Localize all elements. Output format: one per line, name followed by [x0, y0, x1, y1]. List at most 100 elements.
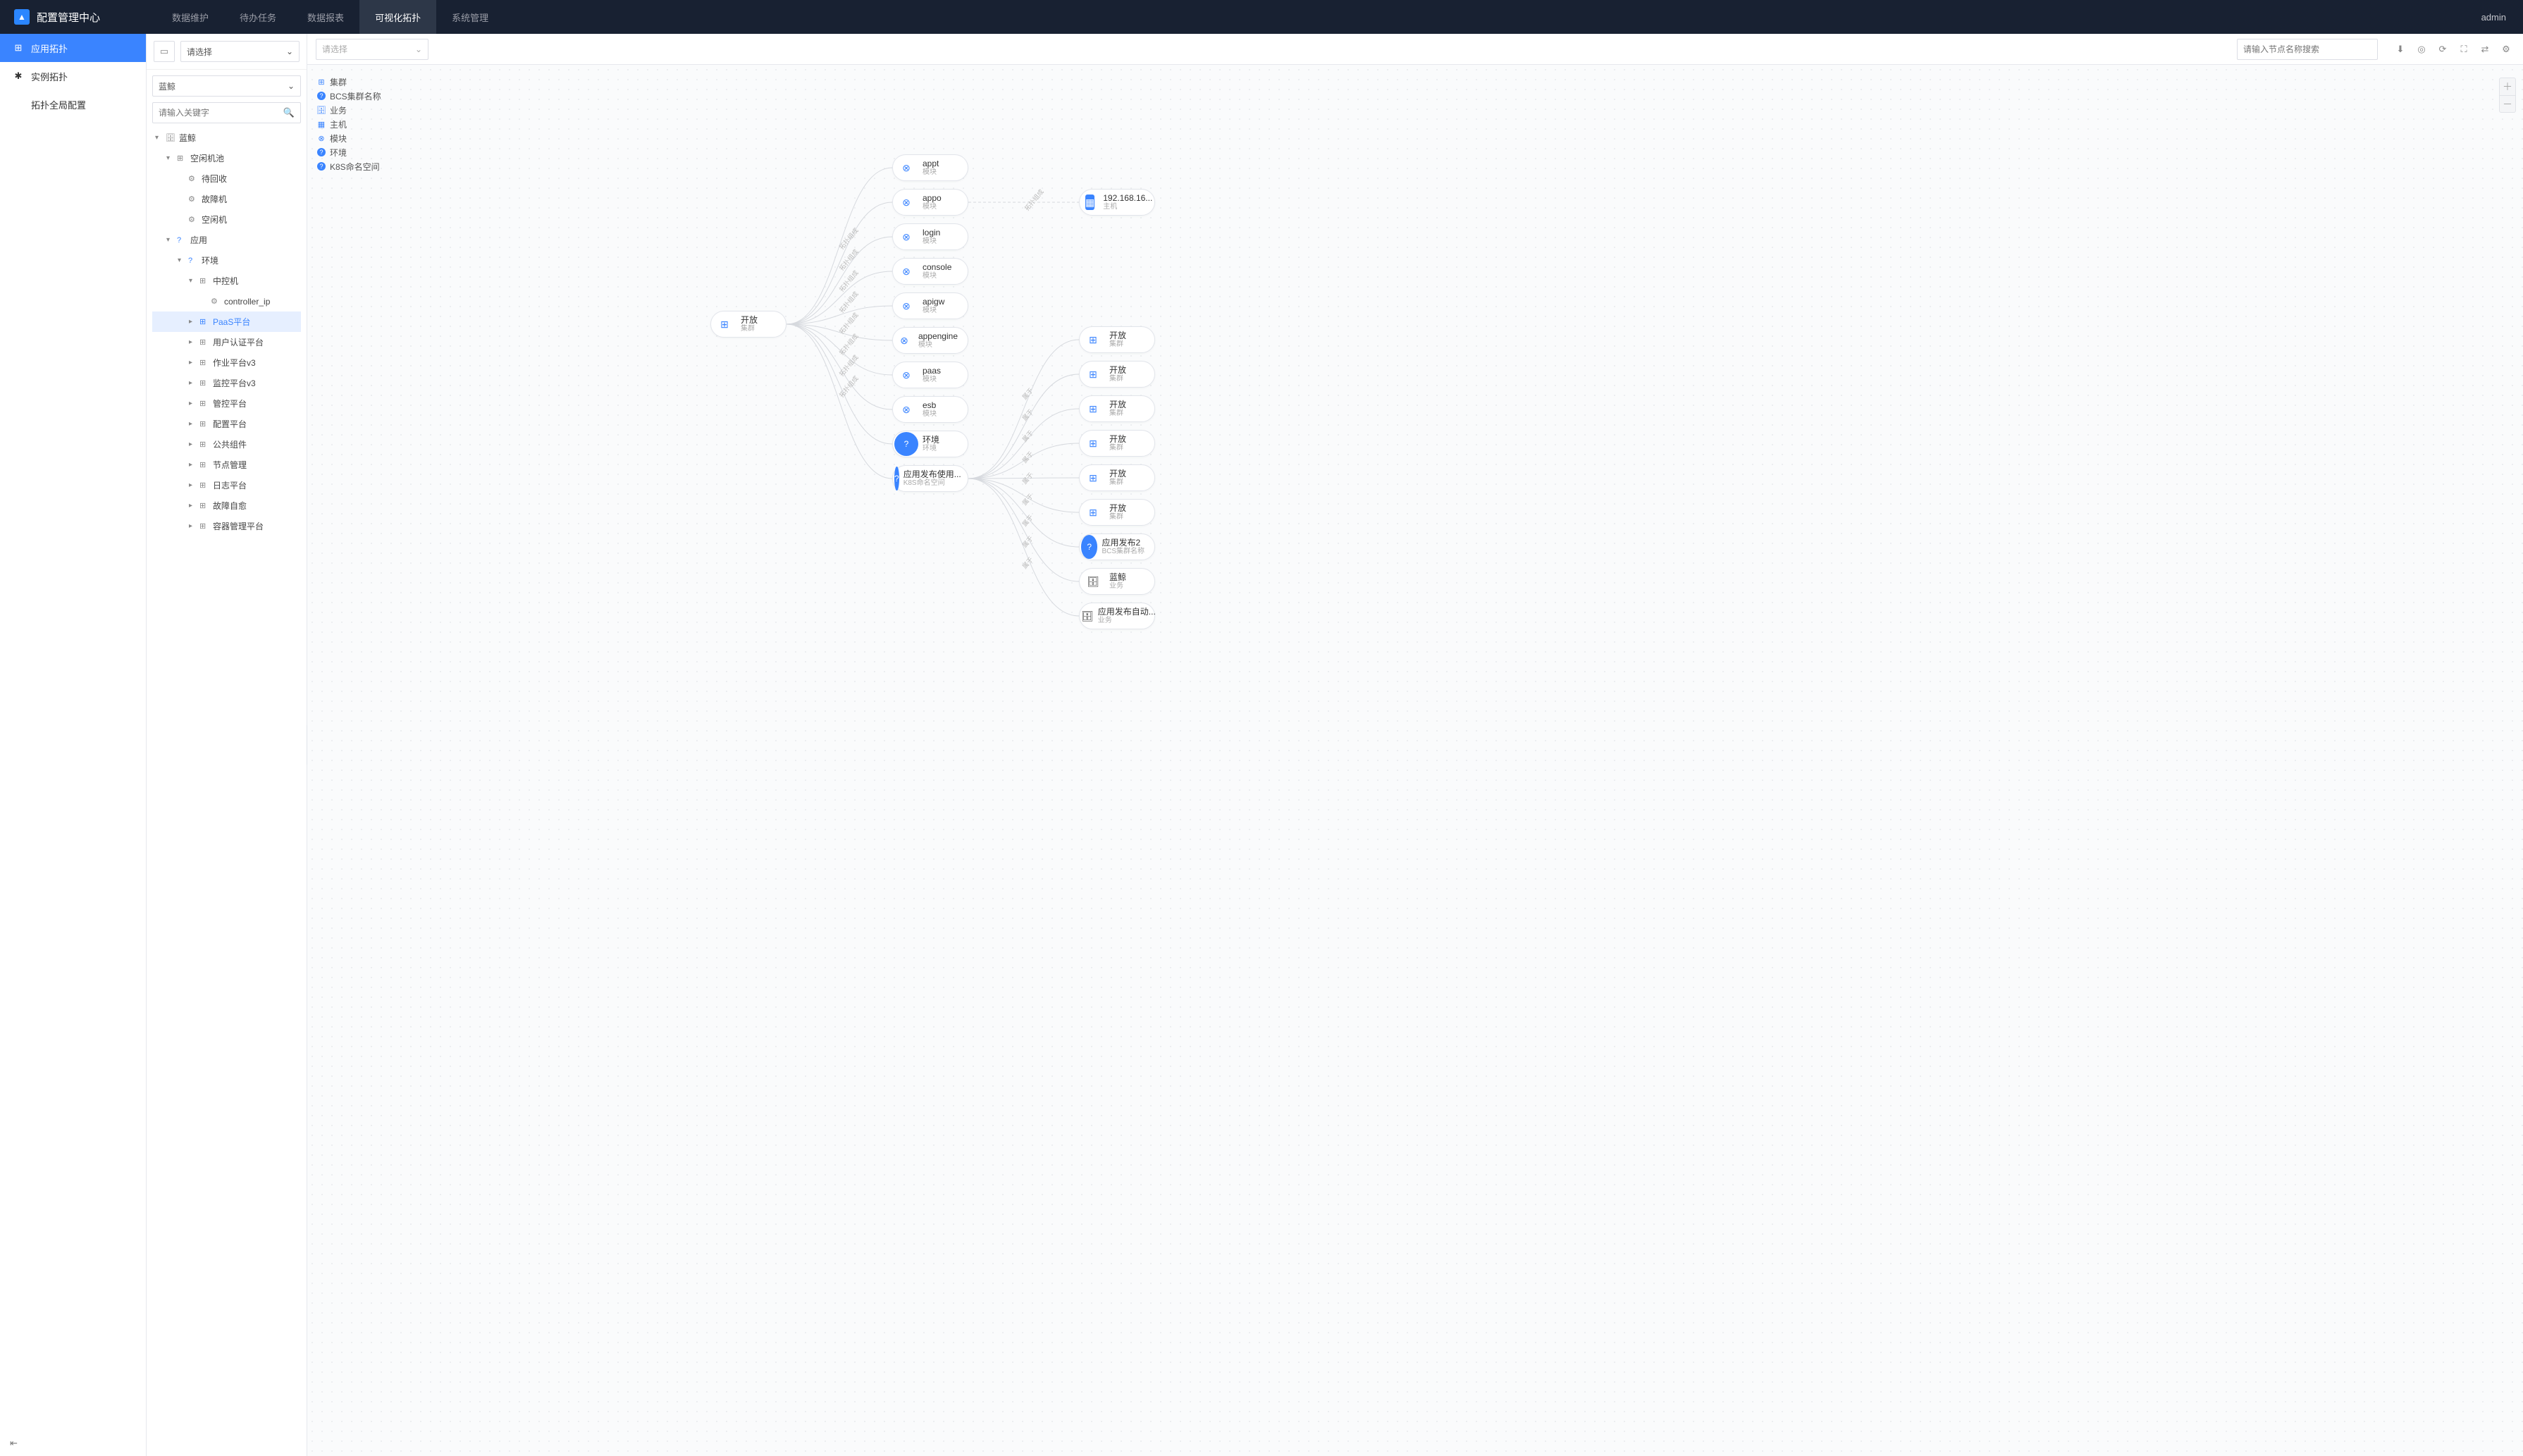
tree-node[interactable]: ▾?环境 [152, 250, 301, 271]
tree-node[interactable]: ▾🗄蓝鲸 [152, 128, 301, 148]
edge-label: 拓扑组成 [837, 353, 860, 378]
toolbar-search[interactable] [2237, 39, 2378, 60]
tree-node[interactable]: ▾?应用 [152, 230, 301, 250]
leftnav-item[interactable]: ⊞应用拓扑 [0, 34, 146, 62]
edge-label: 拓扑组成 [837, 311, 860, 336]
cluster-icon: ⊞ [1081, 466, 1105, 490]
tree-node[interactable]: ▸⊞PaaS平台 [152, 311, 301, 332]
graph-node[interactable]: ⊗appengine模块 [892, 327, 968, 354]
layout-icon[interactable]: ⇄ [2476, 44, 2493, 55]
nav-item[interactable]: 系统管理 [436, 0, 504, 34]
tree-node[interactable]: ⚙controller_ip [152, 291, 301, 311]
q-icon: ? [1081, 535, 1097, 559]
toolbar-select[interactable]: 请选择 ⌄ [316, 39, 428, 60]
graph-node[interactable]: ⊞开放集群 [1079, 361, 1155, 388]
locate-icon[interactable]: ◎ [2413, 44, 2430, 55]
zoom-in-button[interactable]: ＋ [2500, 78, 2515, 95]
tree-search-input[interactable] [159, 108, 282, 118]
mod-icon: ⚙ [211, 297, 221, 306]
graph-node[interactable]: ⊞开放集群 [1079, 326, 1155, 353]
site-icon: ⊞ [199, 378, 209, 388]
graph-node[interactable]: ?环境环境 [892, 431, 968, 457]
nav-item[interactable]: 待办任务 [224, 0, 292, 34]
canvas[interactable]: ⊞集群?BCS集群名称🗄业务▦主机⊗模块?环境?K8S命名空间 ＋ － ⊞开放集… [307, 65, 2523, 1456]
tree-node[interactable]: ▸⊞节点管理 [152, 455, 301, 475]
tree-biz-select[interactable]: 蓝鲸 ⌄ [152, 75, 301, 97]
fullscreen-icon[interactable]: ⛶ [2455, 44, 2472, 55]
refresh-icon[interactable]: ⟳ [2434, 44, 2451, 55]
tree-search[interactable]: 🔍 [152, 102, 301, 123]
site-icon: ⊞ [199, 501, 209, 510]
nav-item[interactable]: 数据报表 [292, 0, 359, 34]
graph-node[interactable]: ⊞开放集群 [1079, 464, 1155, 491]
edge-label: 属于 [1020, 428, 1035, 443]
mod-icon: ⊗ [894, 225, 918, 249]
tree-node[interactable]: ▾⊞空闲机池 [152, 148, 301, 168]
edge-label: 属于 [1020, 491, 1035, 507]
user-label[interactable]: admin [2465, 12, 2523, 23]
download-icon[interactable]: ⬇ [2392, 44, 2409, 55]
graph-node[interactable]: 🗄蓝鲸业务 [1079, 568, 1155, 595]
tree-node[interactable]: ▸⊞日志平台 [152, 475, 301, 495]
legend-item: ⊞集群 [317, 75, 381, 89]
graph-node[interactable]: 🗄应用发布自动...业务 [1079, 603, 1155, 629]
tree-node[interactable]: ▸⊞容器管理平台 [152, 516, 301, 536]
header: ▲ 配置管理中心 数据维护待办任务数据报表可视化拓扑系统管理 admin [0, 0, 2523, 34]
tree-arrow-icon: ▸ [189, 502, 196, 510]
tree-arrow-icon: ▾ [178, 257, 185, 264]
tree-arrow-icon: ▸ [189, 461, 196, 469]
tree-node[interactable]: ⚙待回收 [152, 168, 301, 189]
tree-node[interactable]: ⚙空闲机 [152, 209, 301, 230]
tree-panel: ▭ 请选择 ⌄ 蓝鲸 ⌄ 🔍 ▾🗄蓝鲸▾⊞空闲机池⚙待回收⚙故障机⚙空闲机▾?应… [147, 34, 307, 1456]
cluster-icon: ⊞ [1081, 397, 1105, 421]
tree-top-select[interactable]: 请选择 ⌄ [180, 41, 300, 62]
edge-label: 拓扑组成 [837, 290, 860, 315]
graph-node[interactable]: ⊞开放集群 [710, 311, 786, 338]
toolbar-search-input[interactable] [2243, 39, 2371, 59]
nav-item[interactable]: 数据维护 [156, 0, 224, 34]
tree-node[interactable]: ▸⊞公共组件 [152, 434, 301, 455]
graph-node[interactable]: ⊗console模块 [892, 258, 968, 285]
site-icon: ⊞ [199, 338, 209, 347]
graph-node[interactable]: ⊞开放集群 [1079, 430, 1155, 457]
collapse-icon[interactable]: ⇤ [10, 1438, 18, 1449]
legend-item: ⊗模块 [317, 131, 381, 145]
site-icon: ⊞ [199, 317, 209, 326]
graph-node[interactable]: ?应用发布使用...K8S命名空间 [892, 465, 968, 492]
tree-node[interactable]: ▾⊞中控机 [152, 271, 301, 291]
graph-node[interactable]: ⊞开放集群 [1079, 395, 1155, 422]
graph-node[interactable]: ⊗apigw模块 [892, 292, 968, 319]
tree-node[interactable]: ▸⊞配置平台 [152, 414, 301, 434]
site-icon: ⊞ [199, 276, 209, 285]
graph-node[interactable]: ⊗esb模块 [892, 396, 968, 423]
biz-icon: 🗄 [317, 106, 326, 114]
biz-icon: 🗄 [166, 133, 175, 142]
tree-node[interactable]: ⚙故障机 [152, 189, 301, 209]
tree-arrow-icon: ▸ [189, 522, 196, 530]
graph-node[interactable]: ⊗login模块 [892, 223, 968, 250]
legend-item: ?K8S命名空间 [317, 159, 381, 173]
host-icon: ▦ [317, 120, 326, 128]
graph-node[interactable]: ⊞开放集群 [1079, 499, 1155, 526]
leftnav-item[interactable]: ✱实例拓扑 [0, 62, 146, 90]
edge-label: 属于 [1020, 470, 1035, 486]
tree-top-select-label: 请选择 [187, 46, 212, 58]
cluster-icon: ⊞ [1081, 328, 1105, 352]
zoom-out-button[interactable]: － [2500, 95, 2515, 112]
graph-node[interactable]: ⊗paas模块 [892, 362, 968, 388]
tree-node[interactable]: ▸⊞监控平台v3 [152, 373, 301, 393]
settings-icon[interactable]: ⚙ [2498, 44, 2515, 55]
graph-node[interactable]: ⊗appt模块 [892, 154, 968, 181]
site-icon: ⊞ [317, 78, 326, 86]
tree-node[interactable]: ▸⊞作业平台v3 [152, 352, 301, 373]
tree-node[interactable]: ▸⊞管控平台 [152, 393, 301, 414]
leftnav-item[interactable]: 拓扑全局配置 [0, 90, 146, 118]
nav-item[interactable]: 可视化拓扑 [359, 0, 436, 34]
tree-view-toggle-icon[interactable]: ▭ [154, 41, 175, 62]
graph-node[interactable]: ⊗appo模块 [892, 189, 968, 216]
tree-node[interactable]: ▸⊞用户认证平台 [152, 332, 301, 352]
graph-node[interactable]: ▦192.168.16...主机 [1079, 189, 1155, 216]
edge-label: 属于 [1020, 449, 1035, 464]
graph-node[interactable]: ?应用发布2BCS集群名称 [1079, 533, 1155, 560]
tree-node[interactable]: ▸⊞故障自愈 [152, 495, 301, 516]
